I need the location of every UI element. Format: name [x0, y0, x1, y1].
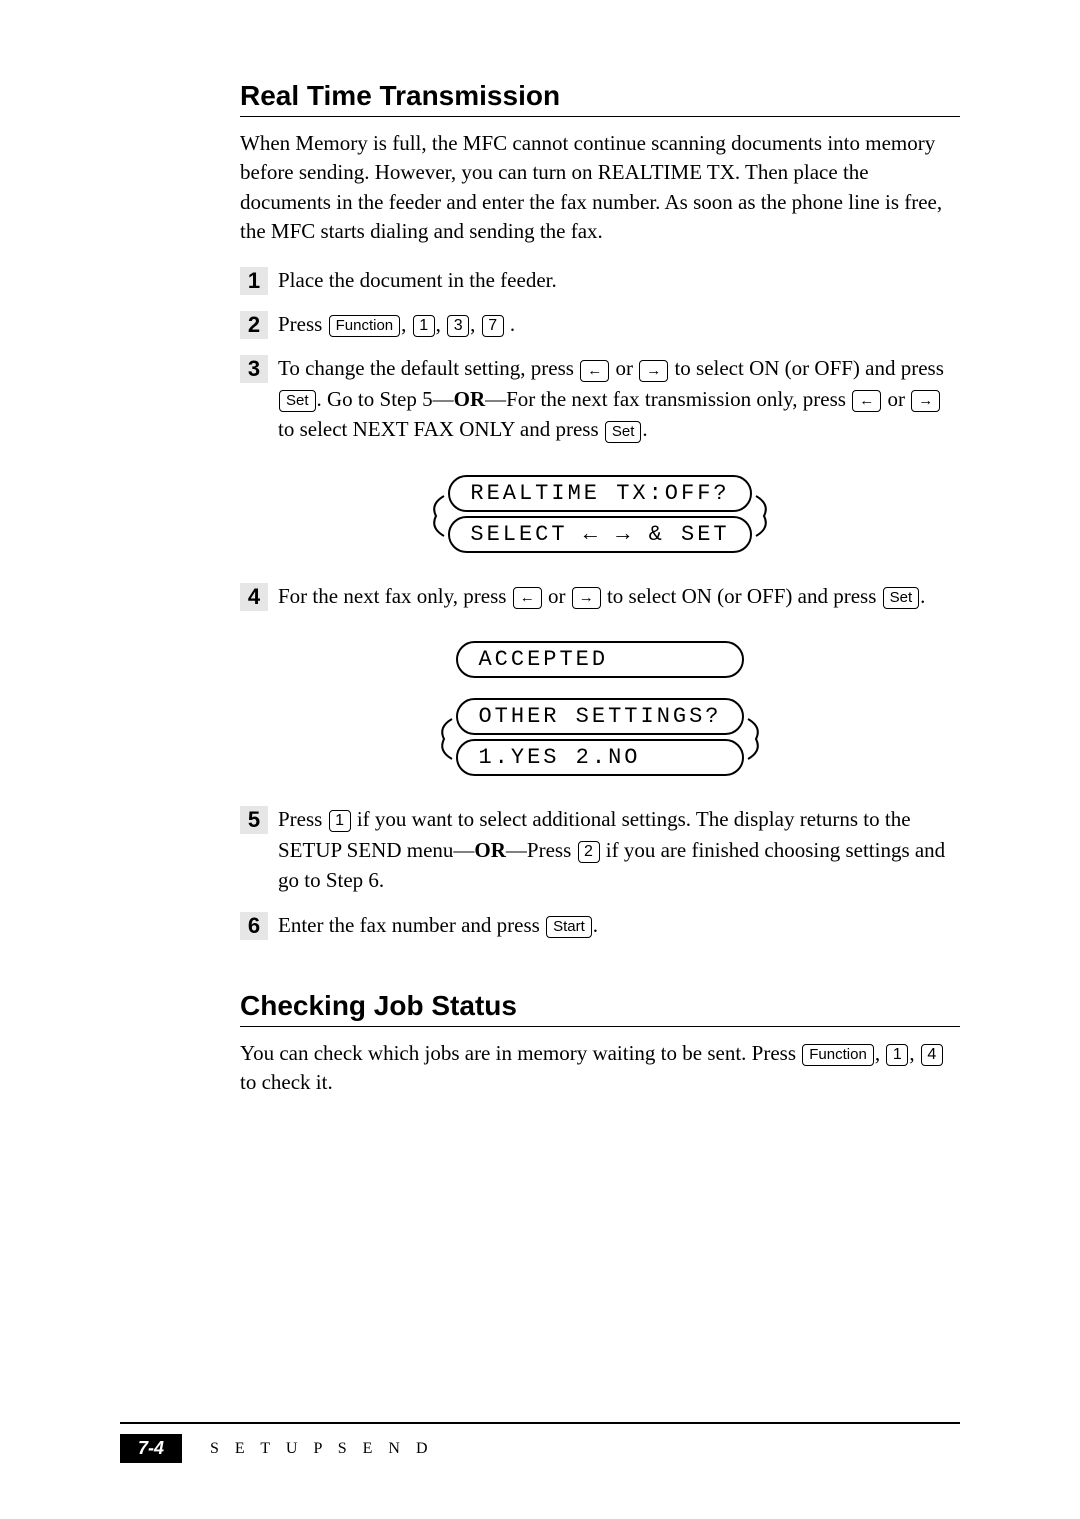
- lcd-display-2: ACCEPTED OTHER SETTINGS? 1.YES 2.NO: [240, 641, 960, 780]
- t: ,: [875, 1041, 886, 1065]
- step-6-text: Enter the fax number and press Start.: [278, 910, 960, 940]
- step-2-text: Press Function, 1, 3, 7 .: [278, 309, 960, 339]
- jobstatus-text: You can check which jobs are in memory w…: [240, 1039, 960, 1098]
- key-1: 1: [886, 1044, 908, 1066]
- lcd-other-settings: OTHER SETTINGS?: [456, 698, 743, 735]
- step-num-2: 2: [240, 311, 268, 339]
- swish-right-icon: [752, 492, 776, 540]
- lcd-accepted: ACCEPTED: [456, 641, 743, 678]
- lcd-group: ACCEPTED OTHER SETTINGS? 1.YES 2.NO: [456, 641, 743, 780]
- steps-list-cont2: 5 Press 1 if you want to select addition…: [240, 804, 960, 940]
- page-content: Real Time Transmission When Memory is fu…: [0, 0, 1080, 1156]
- swish-left-icon: [424, 492, 448, 540]
- lcd-stack: REALTIME TX:OFF? SELECT ← → & SET: [448, 475, 751, 557]
- key-3: 3: [447, 315, 469, 337]
- step-6: 6 Enter the fax number and press Start.: [240, 910, 960, 940]
- key-right-arrow: →: [639, 360, 668, 382]
- swish-left-icon: [432, 715, 456, 763]
- t: Enter the fax number and press: [278, 913, 545, 937]
- lcd-line-1: REALTIME TX:OFF?: [448, 475, 751, 512]
- footer-chapter: S E T U P S E N D: [210, 1440, 434, 1458]
- t: For the next fax only, press: [278, 584, 512, 608]
- footer-row: 7-4 S E T U P S E N D: [120, 1434, 960, 1463]
- t: ,: [909, 1041, 920, 1065]
- section-rule: [240, 116, 960, 117]
- t: to select ON (or OFF) and press: [602, 584, 882, 608]
- step-2a: Press: [278, 312, 328, 336]
- section-rule: [240, 1026, 960, 1027]
- t: —Press: [506, 838, 577, 862]
- key-set: Set: [279, 390, 316, 412]
- key-left-arrow: ←: [513, 587, 542, 609]
- sep: ,: [436, 312, 447, 336]
- key-4: 4: [921, 1044, 943, 1066]
- sep: ,: [470, 312, 481, 336]
- swish-right-icon: [744, 715, 768, 763]
- t: To change the default setting, press: [278, 356, 579, 380]
- key-1: 1: [413, 315, 435, 337]
- t: You can check which jobs are in memory w…: [240, 1041, 801, 1065]
- step-num-5: 5: [240, 806, 268, 834]
- lcd-display-1: REALTIME TX:OFF? SELECT ← → & SET: [240, 475, 960, 557]
- footer-rule: [120, 1422, 960, 1424]
- section-checking-job-status: Checking Job Status You can check which …: [240, 990, 960, 1098]
- step-4-text: For the next fax only, press ← or → to s…: [278, 581, 960, 611]
- step-5-text: Press 1 if you want to select additional…: [278, 804, 960, 895]
- step-2b: .: [505, 312, 516, 336]
- steps-list: 1 Place the document in the feeder. 2 Pr…: [240, 265, 960, 445]
- t: or: [882, 387, 910, 411]
- t: or: [543, 584, 571, 608]
- key-7: 7: [482, 315, 504, 337]
- key-function: Function: [802, 1044, 874, 1066]
- t: to check it.: [240, 1070, 333, 1094]
- t: .: [920, 584, 925, 608]
- step-4: 4 For the next fax only, press ← or → to…: [240, 581, 960, 611]
- section-title-jobstatus: Checking Job Status: [240, 990, 960, 1022]
- step-num-6: 6: [240, 912, 268, 940]
- page-footer: 7-4 S E T U P S E N D: [0, 1422, 1080, 1463]
- key-2: 2: [578, 841, 600, 863]
- key-1: 1: [329, 810, 351, 832]
- page-number: 7-4: [120, 1434, 182, 1463]
- key-set: Set: [883, 587, 920, 609]
- t: —For the next fax transmission only, pre…: [485, 387, 851, 411]
- t: .: [593, 913, 598, 937]
- t: Press: [278, 807, 328, 831]
- steps-list-cont: 4 For the next fax only, press ← or → to…: [240, 581, 960, 611]
- section-title-realtime: Real Time Transmission: [240, 80, 960, 112]
- key-function: Function: [329, 315, 401, 337]
- key-left-arrow: ←: [852, 390, 881, 412]
- step-1: 1 Place the document in the feeder.: [240, 265, 960, 295]
- lcd-stack-2: OTHER SETTINGS? 1.YES 2.NO: [456, 698, 743, 780]
- key-right-arrow: →: [572, 587, 601, 609]
- or-text: OR: [454, 387, 486, 411]
- lcd-yes-no: 1.YES 2.NO: [456, 739, 743, 776]
- sep: ,: [401, 312, 412, 336]
- step-3-text: To change the default setting, press ← o…: [278, 353, 960, 444]
- step-1-text: Place the document in the feeder.: [278, 265, 960, 295]
- t: to select NEXT FAX ONLY and press: [278, 417, 604, 441]
- step-5: 5 Press 1 if you want to select addition…: [240, 804, 960, 895]
- step-2: 2 Press Function, 1, 3, 7 .: [240, 309, 960, 339]
- step-3: 3 To change the default setting, press ←…: [240, 353, 960, 444]
- key-set: Set: [605, 421, 642, 443]
- intro-text: When Memory is full, the MFC cannot cont…: [240, 129, 960, 247]
- key-start: Start: [546, 916, 592, 938]
- step-num-3: 3: [240, 355, 268, 383]
- t: to select ON (or OFF) and press: [669, 356, 944, 380]
- lcd-line-2: SELECT ← → & SET: [448, 516, 751, 553]
- or-text: OR: [474, 838, 506, 862]
- t: or: [610, 356, 638, 380]
- key-left-arrow: ←: [580, 360, 609, 382]
- key-right-arrow: →: [911, 390, 940, 412]
- t: .: [642, 417, 647, 441]
- step-num-4: 4: [240, 583, 268, 611]
- step-num-1: 1: [240, 267, 268, 295]
- t: . Go to Step 5—: [317, 387, 454, 411]
